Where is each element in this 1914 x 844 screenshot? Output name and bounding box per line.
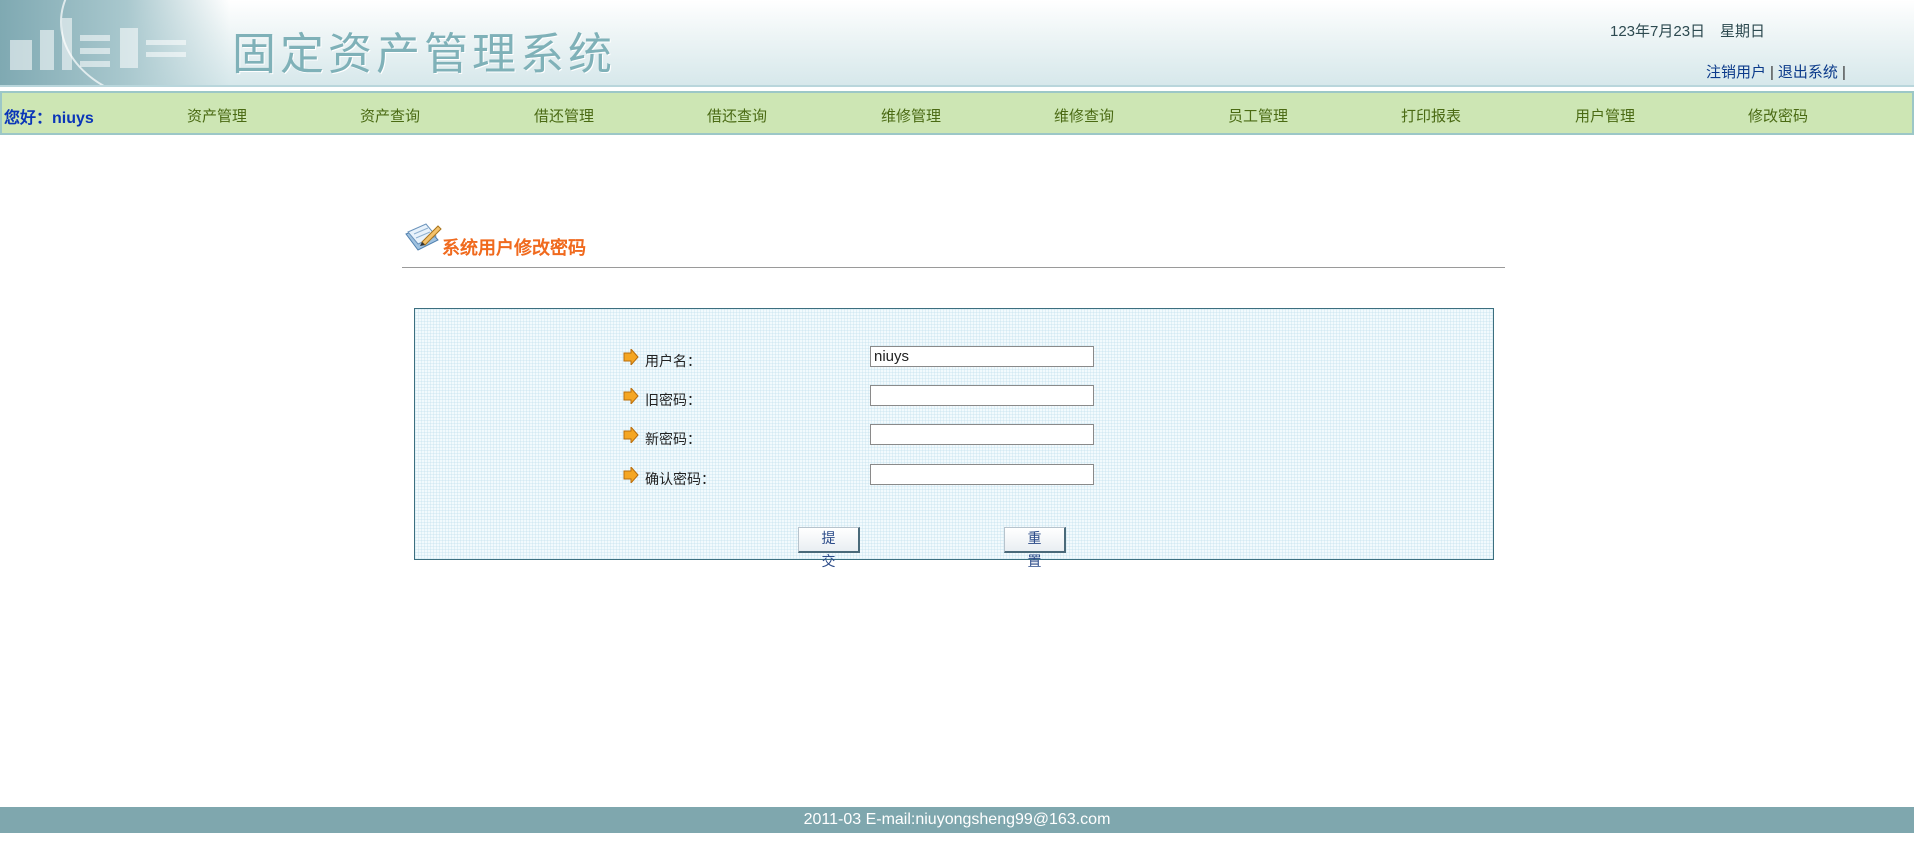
old-password-input[interactable] <box>870 385 1094 406</box>
username-input[interactable] <box>870 346 1094 367</box>
header-links: 注销用户 | 退出系统 | <box>1706 61 1850 82</box>
header-banner: 固定资产管理系统 123年7月23日 星期日 注销用户 | 退出系统 | <box>0 0 1914 87</box>
confirm-password-label: 确认密码： <box>645 472 715 488</box>
nav-asset-management[interactable]: 资产管理 <box>157 105 277 126</box>
form-row-old-password: 旧密码： <box>415 385 1493 411</box>
link-separator: | <box>1841 64 1846 81</box>
footer: 2011-03 E-mail:niuyongsheng99@163.com <box>0 807 1914 833</box>
orange-arrow-icon <box>623 349 639 365</box>
confirm-password-input[interactable] <box>870 464 1094 485</box>
main-nav: 您好：niuys 资产管理 资产查询 借还管理 借还查询 维修管理 维修查询 员… <box>0 91 1914 135</box>
orange-arrow-icon <box>623 427 639 443</box>
submit-button[interactable]: 提交 <box>798 527 860 570</box>
orange-arrow-icon <box>623 388 639 404</box>
nav-borrow-return-query[interactable]: 借还查询 <box>677 105 797 126</box>
username-label: 用户名： <box>645 354 701 370</box>
form-row-username: 用户名： <box>415 346 1493 372</box>
nav-employee-management[interactable]: 员工管理 <box>1198 105 1318 126</box>
page-title: 系统用户修改密码 <box>442 238 586 259</box>
orange-arrow-icon <box>623 467 639 483</box>
new-password-input[interactable] <box>870 424 1094 445</box>
current-date: 123年7月23日 星期日 <box>1610 23 1766 40</box>
nav-repair-management[interactable]: 维修管理 <box>851 105 971 126</box>
nav-asset-query[interactable]: 资产查询 <box>330 105 450 126</box>
form-row-new-password: 新密码： <box>415 424 1493 450</box>
building-image <box>0 0 230 85</box>
nav-print-report[interactable]: 打印报表 <box>1371 105 1491 126</box>
old-password-label: 旧密码： <box>645 393 701 409</box>
nav-repair-query[interactable]: 维修查询 <box>1024 105 1144 126</box>
notebook-pen-icon <box>405 223 442 251</box>
system-logo-title: 固定资产管理系统 <box>232 29 616 80</box>
link-separator: | <box>1770 64 1774 81</box>
reset-button[interactable]: 重置 <box>1004 527 1066 570</box>
logout-user-link[interactable]: 注销用户 <box>1706 64 1766 81</box>
new-password-label: 新密码： <box>645 432 701 448</box>
nav-change-password[interactable]: 修改密码 <box>1718 105 1838 126</box>
nav-borrow-return-management[interactable]: 借还管理 <box>504 105 624 126</box>
user-greeting: 您好：niuys <box>4 110 94 127</box>
page-heading: 系统用户修改密码 <box>402 220 1505 268</box>
exit-system-link[interactable]: 退出系统 <box>1778 64 1838 81</box>
nav-user-management[interactable]: 用户管理 <box>1545 105 1665 126</box>
form-row-confirm-password: 确认密码： <box>415 464 1493 490</box>
change-password-form: 用户名： 旧密码： 新密码： 确认密码： 提交 重置 <box>414 308 1494 570</box>
